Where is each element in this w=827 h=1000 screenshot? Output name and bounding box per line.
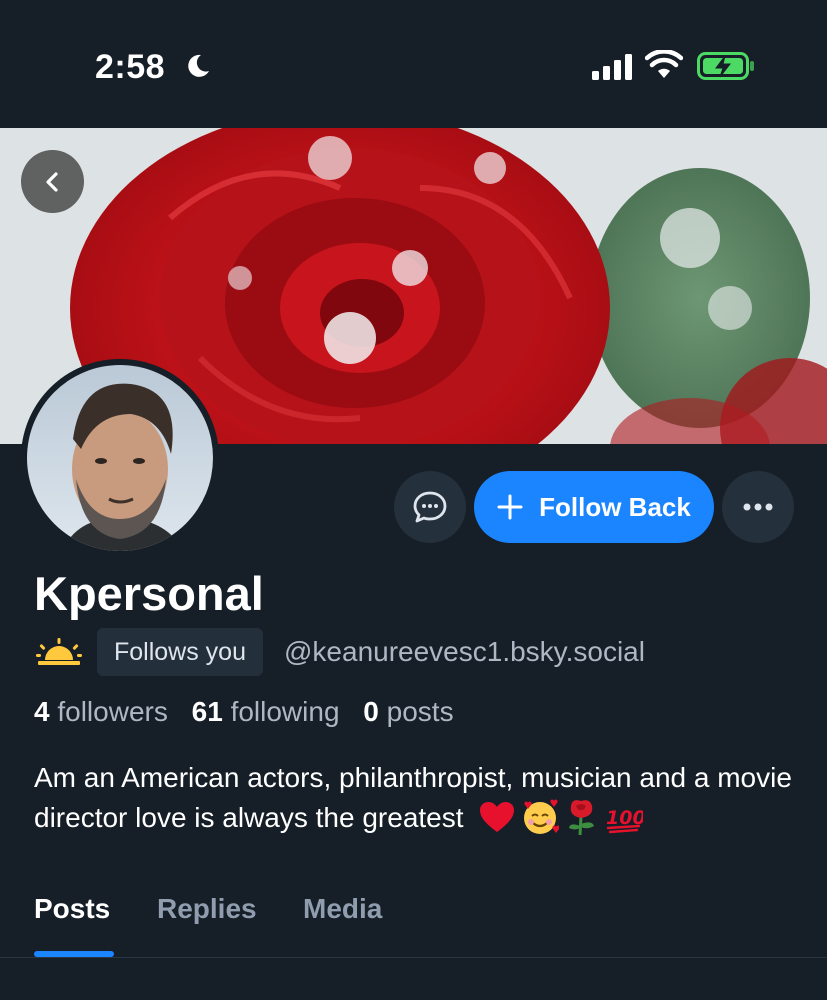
more-options-button[interactable]	[722, 471, 794, 543]
tab-media[interactable]: Media	[303, 893, 382, 925]
follow-back-label: Follow Back	[539, 491, 691, 522]
tab-replies[interactable]: Replies	[157, 893, 257, 925]
profile-handle: @keanureevesc1.bsky.social	[284, 636, 645, 667]
posts-label: posts	[386, 696, 454, 727]
back-button[interactable]	[21, 150, 84, 213]
following-label: following	[230, 696, 340, 727]
profile-screen: 2:58 Follow Back Kpersonal Follows you @…	[0, 0, 827, 1000]
posts-count: 0	[363, 696, 379, 727]
follows-you-badge: Follows you	[97, 628, 263, 676]
chat-bubble-icon	[413, 491, 447, 523]
status-time: 2:58	[95, 48, 166, 86]
moon-icon	[188, 54, 209, 77]
chevron-left-icon	[45, 171, 58, 192]
ellipsis-icon	[743, 503, 773, 511]
followers-stat[interactable]: 4 followers	[34, 696, 168, 727]
tab-divider	[0, 957, 827, 958]
hundred-points-emoji: 100	[606, 807, 643, 834]
posts-stat: 0 posts	[363, 696, 453, 727]
smiling-face-with-hearts-emoji	[524, 799, 560, 834]
profile-bio: Am an American actors, philanthropist, m…	[34, 758, 804, 838]
bio-text: Am an American actors, philanthropist, m…	[34, 762, 792, 833]
sunrise-emoji	[36, 638, 82, 665]
rose-emoji	[569, 800, 595, 836]
bio-emojis: 100	[479, 798, 649, 836]
avatar[interactable]	[21, 359, 219, 557]
following-count: 61	[191, 696, 223, 727]
following-stat[interactable]: 61 following	[192, 696, 340, 727]
plus-icon	[497, 494, 523, 520]
tab-posts[interactable]: Posts	[34, 893, 110, 925]
cellular-signal-icon	[592, 54, 632, 80]
red-heart-emoji	[480, 802, 515, 832]
followers-count: 4	[34, 696, 50, 727]
battery-charging-icon	[697, 52, 754, 80]
wifi-icon	[645, 50, 683, 78]
profile-stats: 4 followers 61 following 0 posts	[34, 696, 470, 728]
followers-label: followers	[57, 696, 168, 727]
status-bar: 2:58	[0, 0, 827, 128]
follow-back-button[interactable]: Follow Back	[474, 471, 714, 543]
message-button[interactable]	[394, 471, 466, 543]
display-name: Kpersonal	[34, 567, 264, 620]
